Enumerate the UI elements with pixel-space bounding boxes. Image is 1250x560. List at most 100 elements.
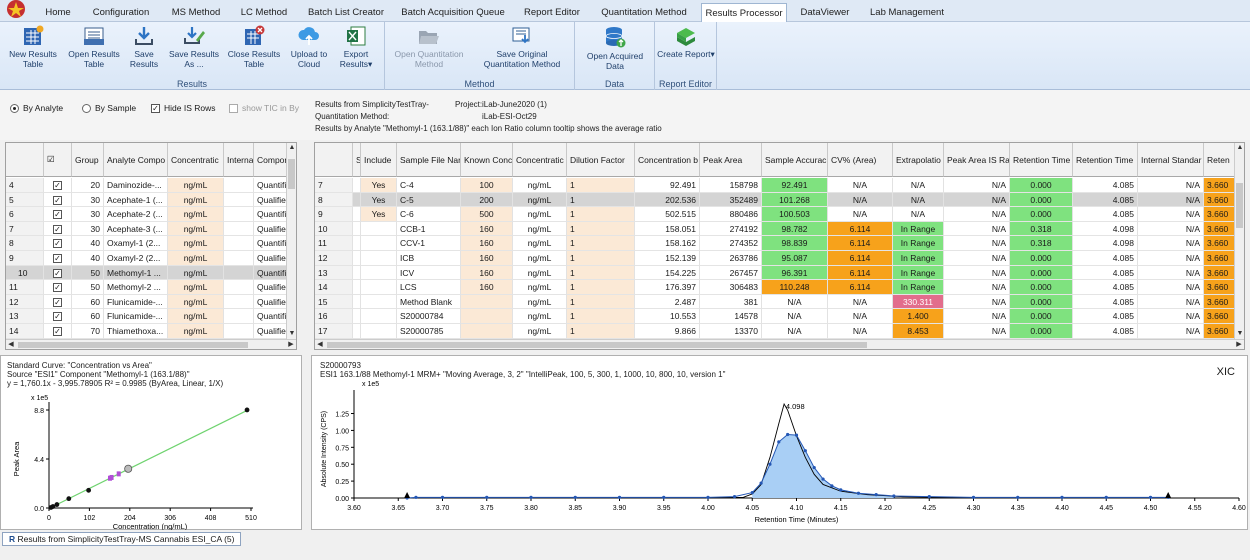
status-cell <box>353 309 361 324</box>
new-results-table-button[interactable]: New Results Table <box>4 25 62 69</box>
include-checkbox[interactable]: ✓ <box>44 309 72 324</box>
scroll-down-icon[interactable]: ▼ <box>1235 329 1244 339</box>
results-col-header[interactable]: Concentration b <box>635 143 700 177</box>
hide-is-rows-checkbox[interactable]: ✓ Hide IS Rows <box>151 103 216 113</box>
checkbox-checked-icon: ✓ <box>53 312 62 322</box>
scroll-thumb[interactable] <box>18 342 248 348</box>
results-col-header[interactable]: Include <box>361 143 397 177</box>
open-results-table-button[interactable]: Open Results Table <box>64 25 124 69</box>
tab-quantitation-method[interactable]: Quantitation Method <box>592 3 696 22</box>
left-col-header[interactable]: ☑ <box>44 143 72 177</box>
results-col-header[interactable]: Extrapolatio <box>893 143 944 177</box>
results-col-header[interactable]: Sample File Nan <box>397 143 461 177</box>
results-col-header[interactable]: Retention Time <box>1073 143 1138 177</box>
results-col-header[interactable]: Internal Standar <box>1138 143 1204 177</box>
include-checkbox[interactable]: ✓ <box>44 265 72 281</box>
include-cell[interactable] <box>361 324 397 339</box>
calibration-curve-chart[interactable]: x 1e5 0.0 4.4 8.8 0 102 204 306 408 510 Concentrat… <box>1 388 301 530</box>
document-tab[interactable]: R Results from SimplicityTestTray-MS Can… <box>2 532 242 546</box>
results-col-header[interactable] <box>315 143 353 177</box>
tab-report-editor[interactable]: Report Editor <box>516 3 588 22</box>
scroll-right-icon[interactable]: ▶ <box>1234 340 1244 349</box>
x-tick-label: 4.50 <box>1144 505 1158 512</box>
include-cell[interactable]: Yes <box>361 192 397 208</box>
results-col-header[interactable]: S <box>353 143 361 177</box>
is-ratio-cell: N/A <box>944 309 1010 324</box>
results-col-header[interactable]: Peak Area IS Ra <box>944 143 1010 177</box>
open-acquired-data-button[interactable]: Open Acquired Data <box>579 25 651 71</box>
results-table-vertical-scrollbar[interactable]: ▲ ▼ <box>1234 143 1244 339</box>
include-checkbox[interactable]: ✓ <box>44 207 72 222</box>
save-original-quantitation-method-button[interactable]: Save Original Quantitation Method <box>473 25 571 69</box>
left-table-horizontal-scrollbar[interactable]: ◀ ▶ <box>6 339 296 349</box>
results-col-header[interactable]: Concentratic <box>513 143 567 177</box>
tab-home[interactable]: Home <box>36 3 80 22</box>
scroll-up-icon[interactable]: ▲ <box>287 143 296 153</box>
results-col-header[interactable]: Sample Accurac <box>762 143 828 177</box>
save-results-button[interactable]: Save Results <box>125 25 163 69</box>
left-col-header[interactable]: Interna <box>224 143 254 177</box>
tab-lc-method[interactable]: LC Method <box>232 3 296 22</box>
tab-ms-method[interactable]: MS Method <box>162 3 230 22</box>
include-cell[interactable]: Yes <box>361 178 397 193</box>
scroll-right-icon[interactable]: ▶ <box>286 340 296 349</box>
close-results-table-button[interactable]: Close Results Table <box>226 25 282 69</box>
tab-results-processor[interactable]: Results Processor <box>701 3 787 23</box>
scroll-down-icon[interactable]: ▼ <box>287 329 296 339</box>
include-checkbox[interactable]: ✓ <box>44 192 72 208</box>
tab-batch-acquisition-queue[interactable]: Batch Acquisition Queue <box>394 3 512 22</box>
scroll-left-icon[interactable]: ◀ <box>6 340 16 349</box>
left-col-header[interactable] <box>6 143 44 177</box>
create-report-button[interactable]: Create Report▾ <box>657 25 715 59</box>
tab-dataviewer[interactable]: DataViewer <box>793 3 857 22</box>
include-checkbox[interactable]: ✓ <box>44 324 72 339</box>
smoothed-point <box>573 495 577 499</box>
include-checkbox[interactable]: ✓ <box>44 280 72 295</box>
open-quantitation-method-button[interactable]: Open Quantitation Method <box>389 25 469 69</box>
results-col-header[interactable]: Retention Time <box>1010 143 1073 177</box>
left-col-header[interactable]: Analyte Compo <box>104 143 168 177</box>
left-table-vertical-scrollbar[interactable]: ▲ ▼ <box>286 143 296 339</box>
row-number: 8 <box>315 192 353 208</box>
tab-configuration[interactable]: Configuration <box>82 3 160 22</box>
results-col-header[interactable]: CV% (Area) <box>828 143 893 177</box>
x-tick-label: 4.55 <box>1188 505 1202 512</box>
scroll-thumb[interactable] <box>288 159 295 189</box>
scroll-up-icon[interactable]: ▲ <box>1235 143 1244 153</box>
include-cell[interactable]: Yes <box>361 207 397 222</box>
include-checkbox[interactable]: ✓ <box>44 251 72 266</box>
app-logo-icon[interactable] <box>2 0 32 22</box>
export-results-button[interactable]: Export Results▾ <box>334 25 378 69</box>
results-col-header[interactable]: Peak Area <box>700 143 762 177</box>
save-results-as-button[interactable]: Save Results As ... <box>166 25 222 69</box>
include-cell[interactable] <box>361 236 397 251</box>
include-checkbox[interactable]: ✓ <box>44 294 72 310</box>
include-checkbox[interactable]: ✓ <box>44 236 72 251</box>
include-cell[interactable] <box>361 221 397 237</box>
include-cell[interactable] <box>361 294 397 310</box>
scroll-thumb[interactable] <box>1236 183 1243 228</box>
include-checkbox[interactable]: ✓ <box>44 178 72 193</box>
results-col-header[interactable]: Known Conc <box>461 143 513 177</box>
by-analyte-radio[interactable]: By Analyte <box>10 103 63 113</box>
left-col-header[interactable]: Concentratic <box>168 143 224 177</box>
show-tic-checkbox[interactable]: show TIC in By <box>229 103 299 113</box>
results-col-header[interactable]: Dilution Factor <box>567 143 635 177</box>
scroll-left-icon[interactable]: ◀ <box>315 340 325 349</box>
scroll-thumb[interactable] <box>327 342 867 348</box>
include-cell[interactable] <box>361 251 397 266</box>
results-table-horizontal-scrollbar[interactable]: ◀ ▶ <box>315 339 1244 349</box>
left-col-header[interactable]: Compor <box>254 143 288 177</box>
left-col-header[interactable]: Group <box>72 143 104 177</box>
upload-to-cloud-button[interactable]: Upload to Cloud <box>286 25 332 69</box>
include-cell[interactable] <box>361 309 397 324</box>
include-cell[interactable] <box>361 280 397 295</box>
tab-lab-management[interactable]: Lab Management <box>862 3 952 22</box>
include-cell[interactable] <box>361 265 397 281</box>
include-checkbox[interactable]: ✓ <box>44 221 72 237</box>
tab-batch-list-creator[interactable]: Batch List Creator <box>301 3 391 22</box>
by-sample-radio[interactable]: By Sample <box>82 103 136 113</box>
status-cell <box>353 207 361 222</box>
save-as-icon <box>184 27 205 44</box>
xic-chromatogram-chart[interactable]: x 1e5 0.00 0.25 0.50 0.75 1.00 1.25 3.60 3.65 3.7… <box>312 378 1247 530</box>
